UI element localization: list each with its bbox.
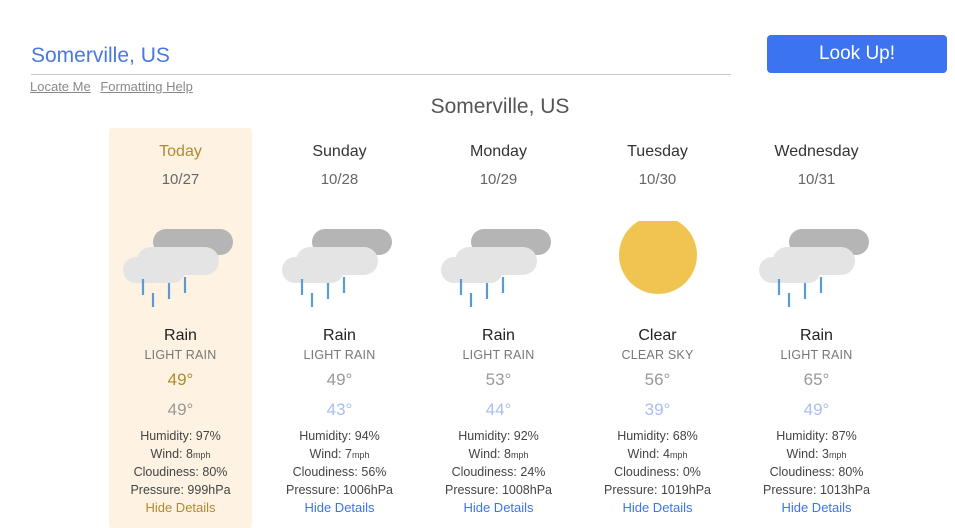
condition-label: Rain: [482, 327, 515, 344]
day-date: 10/27: [161, 171, 200, 188]
weather-details: Humidity: 92% Wind: 8mph Cloudiness: 24%…: [427, 428, 570, 499]
condition-description: LIGHT RAIN: [462, 348, 535, 362]
hide-details-link[interactable]: Hide Details: [109, 500, 252, 515]
day-card-sunday: Sunday 10/28 Rain LIGHT RAIN 49° 43° Hum…: [268, 128, 411, 528]
cloudiness: Cloudiness: 80%: [769, 465, 864, 479]
day-name: Tuesday: [627, 143, 688, 160]
day-card-wednesday: Wednesday 10/31 Rain LIGHT RAIN 65° 49° …: [745, 128, 888, 528]
rain-cloud-icon: [123, 221, 239, 309]
hide-details-link[interactable]: Hide Details: [745, 500, 888, 515]
humidity: Humidity: 92%: [458, 429, 539, 443]
rain-cloud-icon: [759, 221, 875, 309]
wind: Wind: 4mph: [627, 446, 688, 461]
weather-details: Humidity: 87% Wind: 3mph Cloudiness: 80%…: [745, 428, 888, 499]
low-temp: 39°: [644, 400, 671, 419]
hide-details-link[interactable]: Hide Details: [268, 500, 411, 515]
day-card-today: Today 10/27 Rain LIGHT RAIN 49° 49° Humi…: [109, 128, 252, 528]
cloudiness: Cloudiness: 24%: [451, 465, 546, 479]
low-temp: 44°: [485, 400, 512, 419]
day-date: 10/29: [479, 171, 518, 188]
look-up-button[interactable]: Look Up!: [767, 35, 947, 73]
hide-details-link[interactable]: Hide Details: [427, 500, 570, 515]
condition-label: Rain: [323, 327, 356, 344]
search-input[interactable]: [31, 38, 731, 75]
pressure: Pressure: 1008hPa: [444, 482, 552, 497]
day-card-tuesday: Tuesday 10/30 Clear CLEAR SKY 56° 39° Hu…: [586, 128, 729, 528]
high-temp: 49°: [326, 370, 353, 389]
pressure: Pressure: 1013hPa: [762, 482, 870, 497]
day-date: 10/31: [797, 171, 836, 188]
wind: Wind: 7mph: [309, 446, 370, 461]
low-temp: 49°: [167, 400, 194, 419]
low-temp: 49°: [803, 400, 830, 419]
low-temp: 43°: [326, 400, 353, 419]
sun-icon: [600, 216, 716, 309]
formatting-help-link[interactable]: Formatting Help: [100, 79, 192, 94]
weather-details: Humidity: 68% Wind: 4mph Cloudiness: 0% …: [586, 428, 729, 499]
wind: Wind: 8mph: [150, 446, 211, 461]
forecast-row: Today 10/27 Rain LIGHT RAIN 49° 49° Humi…: [109, 128, 904, 528]
humidity: Humidity: 94%: [299, 429, 380, 443]
weather-details: Humidity: 94% Wind: 7mph Cloudiness: 56%…: [268, 428, 411, 499]
high-temp: 49°: [167, 370, 194, 389]
pressure: Pressure: 1006hPa: [285, 482, 393, 497]
wind: Wind: 8mph: [468, 446, 529, 461]
high-temp: 53°: [485, 370, 512, 389]
hide-details-link[interactable]: Hide Details: [586, 500, 729, 515]
humidity: Humidity: 87%: [776, 429, 857, 443]
location-title: Somerville, US: [430, 95, 570, 118]
day-name: Monday: [470, 143, 527, 160]
condition-label: Clear: [638, 327, 677, 344]
condition-description: LIGHT RAIN: [780, 348, 853, 362]
day-card-monday: Monday 10/29 Rain LIGHT RAIN 53° 44° Hum…: [427, 128, 570, 528]
wind: Wind: 3mph: [786, 446, 847, 461]
rain-cloud-icon: [282, 221, 398, 309]
helper-links: Locate Me Formatting Help: [30, 79, 199, 94]
cloudiness: Cloudiness: 56%: [292, 465, 387, 479]
day-name: Today: [159, 143, 202, 160]
condition-description: CLEAR SKY: [621, 348, 694, 362]
locate-me-link[interactable]: Locate Me: [30, 79, 91, 94]
cloudiness: Cloudiness: 80%: [133, 465, 228, 479]
humidity: Humidity: 68%: [617, 429, 698, 443]
high-temp: 65°: [803, 370, 830, 389]
condition-description: LIGHT RAIN: [303, 348, 376, 362]
day-date: 10/28: [320, 171, 359, 188]
condition-label: Rain: [164, 327, 197, 344]
day-name: Wednesday: [774, 143, 859, 160]
day-name: Sunday: [312, 143, 367, 160]
condition-label: Rain: [800, 327, 833, 344]
cloudiness: Cloudiness: 0%: [614, 465, 701, 479]
high-temp: 56°: [644, 370, 671, 389]
pressure: Pressure: 999hPa: [130, 482, 231, 497]
pressure: Pressure: 1019hPa: [603, 482, 711, 497]
condition-description: LIGHT RAIN: [144, 348, 217, 362]
humidity: Humidity: 97%: [140, 429, 221, 443]
day-date: 10/30: [638, 171, 677, 188]
rain-cloud-icon: [441, 221, 557, 309]
weather-details: Humidity: 97% Wind: 8mph Cloudiness: 80%…: [109, 428, 252, 499]
